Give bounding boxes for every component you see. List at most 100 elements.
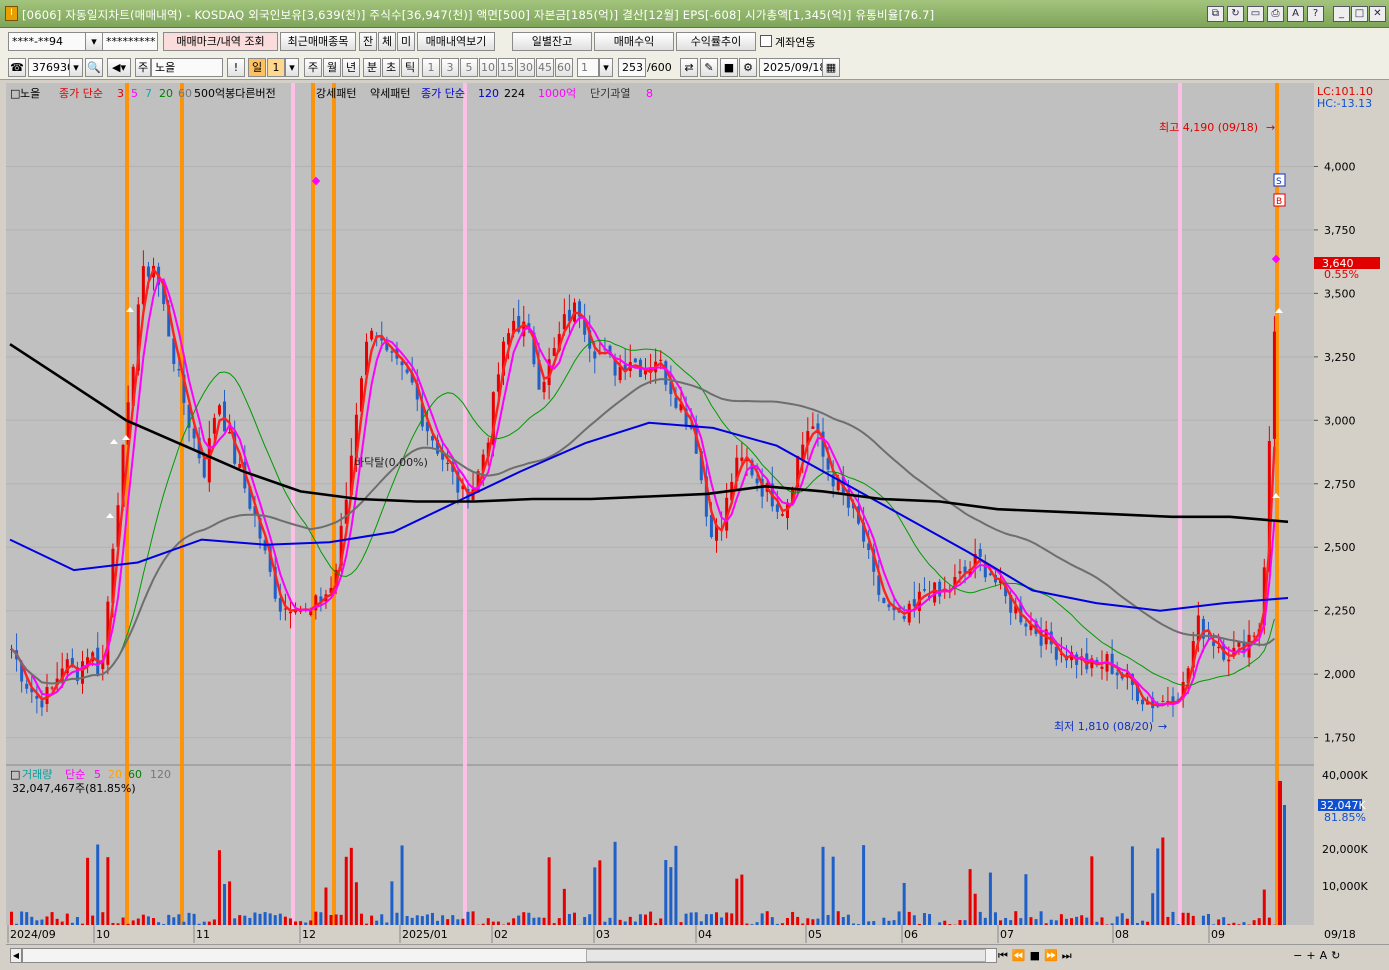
volume-bar [644, 914, 647, 925]
help-icon[interactable]: ? [1307, 6, 1324, 22]
period-year-tab[interactable]: 년 [342, 58, 360, 77]
volume-bar [395, 912, 399, 925]
zoom-in-icon[interactable]: + [1306, 949, 1319, 962]
trade-profit-button[interactable]: 매매수익 [594, 32, 674, 51]
link-icon[interactable]: ⧉ [1207, 6, 1224, 22]
profit-rate-button[interactable]: 수익률추이 [676, 32, 756, 51]
trade-mark-button[interactable]: 매매마크/내역 조회 [163, 32, 278, 51]
minimize-button[interactable]: _ [1333, 6, 1350, 22]
che-button[interactable]: 체 [378, 32, 396, 51]
password-field[interactable]: ********* [102, 32, 158, 51]
period-minute-tab[interactable]: 분 [363, 58, 381, 77]
font-size-icon[interactable]: A [1320, 949, 1332, 962]
volume-bar [146, 916, 150, 925]
date-field[interactable]: 2025/09/18 [759, 58, 823, 77]
minute-30-button[interactable]: 30 [517, 58, 535, 77]
volume-bar [233, 918, 237, 925]
volume-bar [806, 918, 810, 925]
period-week-tab[interactable]: 주 [304, 58, 322, 77]
arrows-icon[interactable]: ⇄ [680, 58, 698, 77]
settings-icon[interactable]: ⚙ [739, 58, 757, 77]
maximize-button[interactable]: □ [1351, 6, 1368, 22]
volume-bar [725, 912, 729, 925]
minute-3-button[interactable]: 3 [441, 58, 459, 77]
tick-dropdown-icon[interactable]: ▾ [599, 58, 613, 77]
first-icon[interactable]: ⏮ [998, 949, 1012, 962]
jan-button[interactable]: 잔 [359, 32, 377, 51]
save-icon[interactable]: ■ [720, 58, 738, 77]
x-tick-label: 02 [494, 928, 508, 941]
volume-bar [613, 841, 617, 925]
minute-5-button[interactable]: 5 [460, 58, 478, 77]
refresh-icon[interactable]: ↻ [1227, 6, 1244, 22]
volume-bar [243, 915, 247, 925]
stock-name-field[interactable]: 노을 [151, 58, 223, 77]
volume-bar [1257, 918, 1261, 925]
scroll-bar[interactable]: ◀ ⏮⏪■⏩⏭ −+A↻ [6, 944, 1389, 966]
x-tick-label: 2025/01 [402, 928, 448, 941]
screen-icon[interactable]: ▭ [1247, 6, 1264, 22]
next-icon[interactable]: ⏩ [1044, 949, 1062, 962]
x-tick-label: 06 [904, 928, 918, 941]
minute-60-button[interactable]: 60 [555, 58, 573, 77]
period-n-dropdown-icon[interactable]: ▾ [285, 58, 299, 77]
period-day-tab[interactable]: 일 [248, 58, 266, 77]
minute-45-button[interactable]: 45 [536, 58, 554, 77]
volume-bar [1039, 911, 1043, 925]
legend-item: 약세패턴 [370, 86, 410, 100]
candle-body [912, 599, 916, 607]
period-month-tab[interactable]: 월 [323, 58, 341, 77]
volume-bar [253, 912, 257, 925]
volume-bar [978, 911, 982, 925]
zoom-out-icon[interactable]: − [1293, 949, 1306, 962]
prev-icon[interactable]: ⏪ [1012, 949, 1030, 962]
phone-icon[interactable]: ☎ [8, 58, 26, 77]
minute-1-button[interactable]: 1 [422, 58, 440, 77]
calendar-icon[interactable]: ▦ [822, 58, 840, 77]
view-history-button[interactable]: 매매내역보기 [417, 32, 495, 51]
volume-bar [152, 918, 156, 925]
vol-tick-label: 20,000K [1322, 843, 1368, 856]
tick-n-field[interactable]: 1 [577, 58, 599, 77]
volume-bar [425, 914, 429, 925]
x-tick-label: 2024/09 [10, 928, 56, 941]
volume-bar [968, 869, 972, 925]
last-icon[interactable]: ⏭ [1062, 949, 1076, 962]
mi-button[interactable]: 미 [397, 32, 415, 51]
stop-icon[interactable]: ■ [1030, 949, 1044, 962]
scroll-controls[interactable]: ⏮⏪■⏩⏭ −+A↻ [998, 948, 1388, 963]
minute-15-button[interactable]: 15 [498, 58, 516, 77]
alert-icon[interactable]: ! [227, 58, 245, 77]
volume-bar [791, 911, 795, 925]
sound-icon[interactable]: ◀▾ [107, 58, 131, 77]
recent-items-button[interactable]: 최근매매종목 [280, 32, 356, 51]
search-icon[interactable]: 🔍 [85, 58, 103, 77]
volume-bar [638, 914, 642, 925]
period-second-tab[interactable]: 초 [382, 58, 400, 77]
print-icon[interactable]: ⎙ [1267, 6, 1284, 22]
price-chart[interactable]: □ 노을 종가 단순 3 5 7 20 60 500억봉다른버전 강세패턴 약세패턴 종가 단순 12… [6, 83, 1314, 925]
count-field[interactable]: 253 [618, 58, 646, 77]
period-tick-tab[interactable]: 틱 [401, 58, 419, 77]
scroll-left-icon[interactable]: ◀ [10, 948, 22, 963]
period-n-field[interactable]: 1 [267, 58, 285, 77]
minute-10-button[interactable]: 10 [479, 58, 497, 77]
scroll-thumb[interactable] [586, 949, 986, 962]
candle-body [1227, 659, 1231, 662]
account-dropdown-icon[interactable]: ▾ [85, 32, 103, 51]
link-checkbox[interactable] [760, 35, 772, 47]
stock-code-input[interactable]: 376930 [28, 58, 70, 77]
candle-body [659, 359, 663, 361]
account-field[interactable]: ****-**94 [8, 32, 86, 51]
volume-bar [1024, 874, 1028, 925]
font-icon[interactable]: A [1287, 6, 1304, 22]
daily-balance-button[interactable]: 일별잔고 [512, 32, 592, 51]
candles [10, 250, 1286, 925]
code-dropdown-icon[interactable]: ▾ [69, 58, 83, 77]
volume-bar [512, 918, 516, 925]
chart-area[interactable]: □ 노을 종가 단순 3 5 7 20 60 500억봉다른버전 강세패턴 약세패턴 종가 단순 12… [6, 83, 1314, 925]
candle-body [146, 266, 150, 277]
close-button[interactable]: ✕ [1369, 6, 1386, 22]
refresh-chart-icon[interactable]: ↻ [1331, 949, 1344, 962]
tools-icon[interactable]: ✎ [700, 58, 718, 77]
